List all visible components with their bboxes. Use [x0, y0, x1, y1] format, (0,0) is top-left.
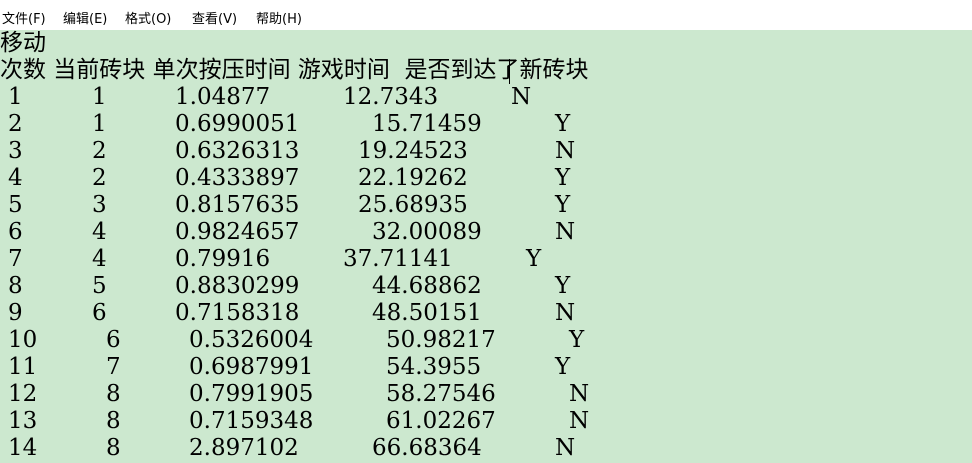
- cell-game-time: 22.19262: [358, 165, 468, 191]
- cell-reached-new-brick: Y: [555, 165, 571, 191]
- cell-reached-new-brick: N: [569, 408, 590, 434]
- cell-press-time: 0.7159348: [189, 408, 314, 434]
- menu-bar: 文件(F) 编辑(E) 格式(O) 查看(V) 帮助(H): [0, 0, 972, 30]
- cell-game-time: 19.24523: [358, 138, 468, 164]
- cell-reached-new-brick: N: [511, 84, 532, 110]
- header-line-2: 次数 当前砖块 单次按压时间 游戏时间 是否到达了新砖块: [0, 57, 589, 83]
- cell-press-time: 1.04877: [175, 84, 271, 110]
- cell-game-time: 44.68862: [372, 273, 482, 299]
- cell-press-time: 0.5326004: [189, 327, 314, 353]
- cell-move-count: 8: [8, 273, 23, 299]
- cell-current-brick: 6: [92, 300, 107, 326]
- cell-move-count: 1: [8, 84, 23, 110]
- text-caret: [509, 59, 510, 84]
- cell-reached-new-brick: Y: [526, 246, 542, 272]
- cell-press-time: 0.9824657: [175, 219, 300, 245]
- cell-press-time: 0.79916: [175, 246, 271, 272]
- cell-press-time: 0.7991905: [189, 381, 314, 407]
- menu-help[interactable]: 帮助(H): [256, 8, 302, 27]
- cell-reached-new-brick: N: [555, 300, 576, 326]
- menu-file[interactable]: 文件(F): [2, 8, 46, 27]
- cell-reached-new-brick: Y: [555, 273, 571, 299]
- cell-game-time: 37.71141: [343, 246, 453, 272]
- cell-press-time: 2.897102: [189, 435, 299, 461]
- cell-current-brick: 8: [106, 408, 121, 434]
- cell-game-time: 58.27546: [386, 381, 496, 407]
- cell-game-time: 54.3955: [386, 354, 482, 380]
- cell-reached-new-brick: N: [555, 435, 576, 461]
- cell-current-brick: 5: [92, 273, 107, 299]
- cell-game-time: 50.98217: [386, 327, 496, 353]
- cell-press-time: 0.6987991: [189, 354, 314, 380]
- menu-edit[interactable]: 编辑(E): [63, 8, 107, 27]
- cell-reached-new-brick: Y: [555, 354, 571, 380]
- cell-move-count: 4: [8, 165, 23, 191]
- cell-current-brick: 6: [106, 327, 121, 353]
- cell-game-time: 12.7343: [343, 84, 439, 110]
- cell-press-time: 0.8157635: [175, 192, 300, 218]
- cell-game-time: 61.02267: [386, 408, 496, 434]
- cell-move-count: 14: [8, 435, 38, 461]
- cell-move-count: 11: [8, 354, 38, 380]
- cell-reached-new-brick: N: [569, 381, 590, 407]
- cell-move-count: 2: [8, 111, 23, 137]
- cell-game-time: 32.00089: [372, 219, 482, 245]
- cell-game-time: 48.50151: [372, 300, 482, 326]
- cell-move-count: 5: [8, 192, 23, 218]
- cell-reached-new-brick: N: [555, 219, 576, 245]
- cell-move-count: 9: [8, 300, 23, 326]
- cell-reached-new-brick: Y: [569, 327, 585, 353]
- cell-current-brick: 8: [106, 381, 121, 407]
- header-line-1: 移动: [0, 30, 46, 56]
- cell-current-brick: 8: [106, 435, 121, 461]
- cell-press-time: 0.7158318: [175, 300, 300, 326]
- cell-move-count: 13: [8, 408, 38, 434]
- cell-move-count: 10: [8, 327, 38, 353]
- text-editor-area[interactable]: 移动 次数 当前砖块 单次按压时间 游戏时间 是否到达了新砖块 1 1 1.0487…: [0, 30, 972, 463]
- cell-move-count: 7: [8, 246, 23, 272]
- cell-reached-new-brick: N: [555, 138, 576, 164]
- cell-move-count: 6: [8, 219, 23, 245]
- cell-game-time: 15.71459: [372, 111, 482, 137]
- cell-reached-new-brick: Y: [555, 111, 571, 137]
- cell-game-time: 25.68935: [358, 192, 468, 218]
- cell-move-count: 3: [8, 138, 23, 164]
- menu-view[interactable]: 查看(V): [192, 8, 237, 27]
- cell-move-count: 12: [8, 381, 38, 407]
- cell-current-brick: 2: [92, 138, 107, 164]
- cell-current-brick: 1: [92, 111, 107, 137]
- cell-current-brick: 3: [92, 192, 107, 218]
- cell-current-brick: 7: [106, 354, 121, 380]
- cell-press-time: 0.4333897: [175, 165, 300, 191]
- cell-current-brick: 2: [92, 165, 107, 191]
- cell-press-time: 0.6990051: [175, 111, 300, 137]
- cell-press-time: 0.8830299: [175, 273, 300, 299]
- cell-current-brick: 4: [92, 219, 107, 245]
- cell-game-time: 66.68364: [372, 435, 482, 461]
- cell-press-time: 0.6326313: [175, 138, 300, 164]
- menu-format[interactable]: 格式(O): [125, 8, 171, 27]
- cell-reached-new-brick: Y: [555, 192, 571, 218]
- cell-current-brick: 4: [92, 246, 107, 272]
- cell-current-brick: 1: [92, 84, 107, 110]
